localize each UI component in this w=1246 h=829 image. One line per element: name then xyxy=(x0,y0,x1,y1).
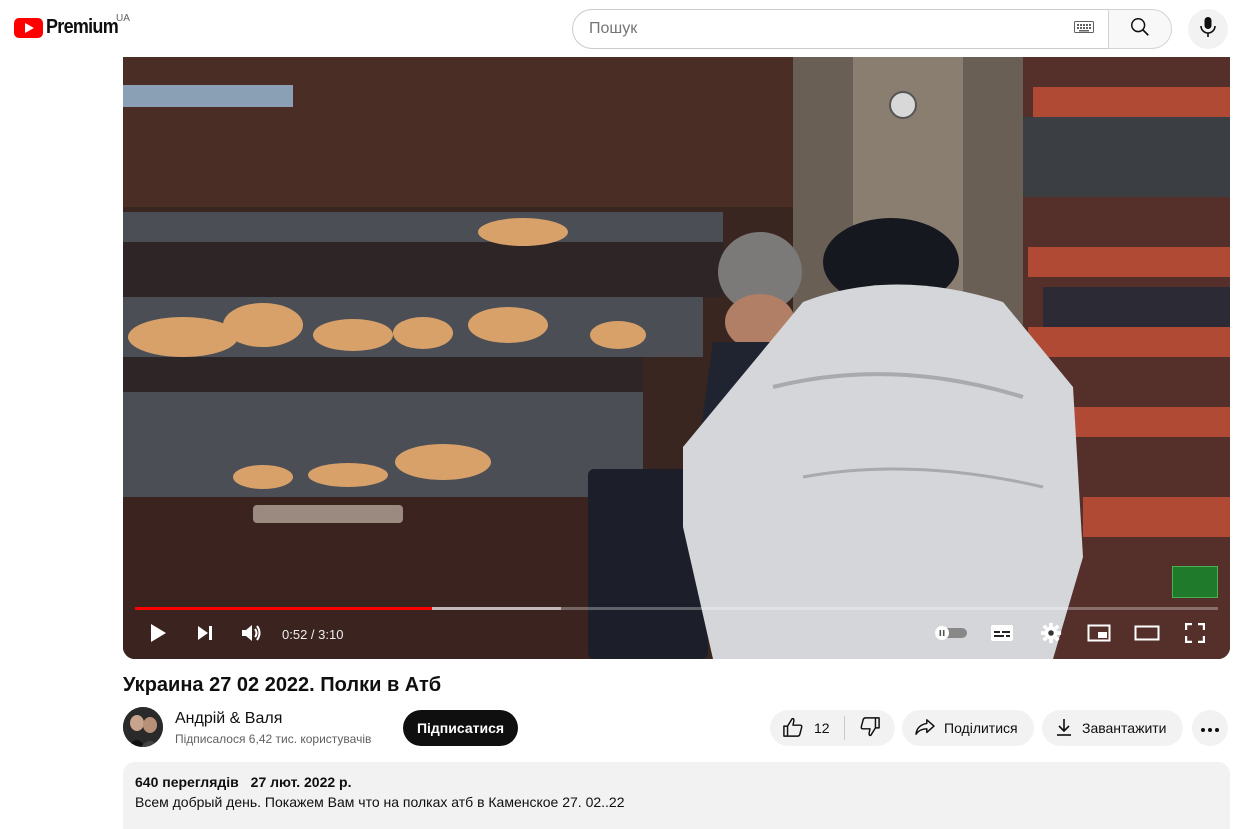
video-player[interactable]: 0:52 / 3:10 xyxy=(123,57,1230,659)
upload-date: 27 лют. 2022 р. xyxy=(250,774,352,790)
next-icon xyxy=(196,624,214,647)
share-button[interactable]: Поділитися xyxy=(902,710,1034,746)
keyboard-icon[interactable] xyxy=(1074,20,1094,38)
subscribe-button[interactable]: Підписатися xyxy=(403,710,518,746)
volume-icon xyxy=(241,623,263,648)
more-icon xyxy=(1201,719,1219,737)
search-box xyxy=(572,9,1108,49)
next-button[interactable] xyxy=(191,621,219,649)
fullscreen-icon xyxy=(1184,622,1206,648)
more-actions-button[interactable] xyxy=(1192,710,1228,746)
download-label: Завантажити xyxy=(1082,720,1167,736)
dislike-icon xyxy=(859,716,881,740)
subscriber-count: Підписалося 6,42 тис. користувачів xyxy=(175,732,372,746)
description-meta: 640 переглядів 27 лют. 2022 р. xyxy=(135,774,1218,790)
play-button[interactable] xyxy=(144,621,172,649)
dislike-button[interactable] xyxy=(845,710,895,746)
channel-name[interactable]: Андрій & Валя xyxy=(175,710,282,728)
channel-avatar[interactable] xyxy=(123,707,163,747)
miniplayer-icon xyxy=(1087,624,1111,647)
time-display: 0:52 / 3:10 xyxy=(282,627,344,642)
masthead: Premium UA xyxy=(0,0,1246,57)
share-icon xyxy=(914,718,936,739)
region-code: UA xyxy=(116,13,130,24)
progress-bar[interactable] xyxy=(135,607,1218,610)
like-count: 12 xyxy=(814,720,830,736)
miniplayer-button[interactable] xyxy=(1085,621,1113,649)
video-title: Украина 27 02 2022. Полки в Атб xyxy=(123,674,442,696)
play-icon xyxy=(149,623,167,648)
description-box[interactable]: 640 переглядів 27 лют. 2022 р. Всем добр… xyxy=(123,762,1230,829)
autoplay-toggle-icon xyxy=(934,625,968,645)
youtube-logo-icon xyxy=(14,17,43,38)
watermark-badge xyxy=(1172,566,1218,598)
video-frame xyxy=(123,57,1230,659)
download-icon xyxy=(1054,717,1074,740)
autoplay-toggle[interactable] xyxy=(934,621,968,649)
like-dislike-group: 12 xyxy=(770,710,895,746)
search-button[interactable] xyxy=(1108,9,1172,49)
subtitles-button[interactable] xyxy=(988,621,1016,649)
mic-icon xyxy=(1199,16,1217,43)
logo-text: Premium xyxy=(46,16,119,38)
settings-button[interactable] xyxy=(1037,621,1065,649)
description-text: Всем добрый день. Покажем Вам что на пол… xyxy=(135,794,625,810)
download-button[interactable]: Завантажити xyxy=(1042,710,1183,746)
like-icon xyxy=(782,717,804,740)
voice-search-button[interactable] xyxy=(1188,9,1228,49)
search-bar xyxy=(572,9,1172,49)
youtube-premium-logo[interactable]: Premium xyxy=(14,16,126,39)
progress-played xyxy=(135,607,432,610)
theater-mode-button[interactable] xyxy=(1133,621,1161,649)
volume-button[interactable] xyxy=(238,621,266,649)
theater-icon xyxy=(1134,625,1160,646)
search-input[interactable] xyxy=(589,20,1074,38)
like-button[interactable]: 12 xyxy=(770,710,844,746)
player-controls: 0:52 / 3:10 xyxy=(123,617,1230,653)
view-count: 640 переглядів xyxy=(135,774,239,790)
settings-icon xyxy=(1040,622,1062,649)
subtitles-icon xyxy=(990,624,1014,647)
share-label: Поділитися xyxy=(944,720,1018,736)
fullscreen-button[interactable] xyxy=(1181,621,1209,649)
search-icon xyxy=(1129,16,1151,43)
